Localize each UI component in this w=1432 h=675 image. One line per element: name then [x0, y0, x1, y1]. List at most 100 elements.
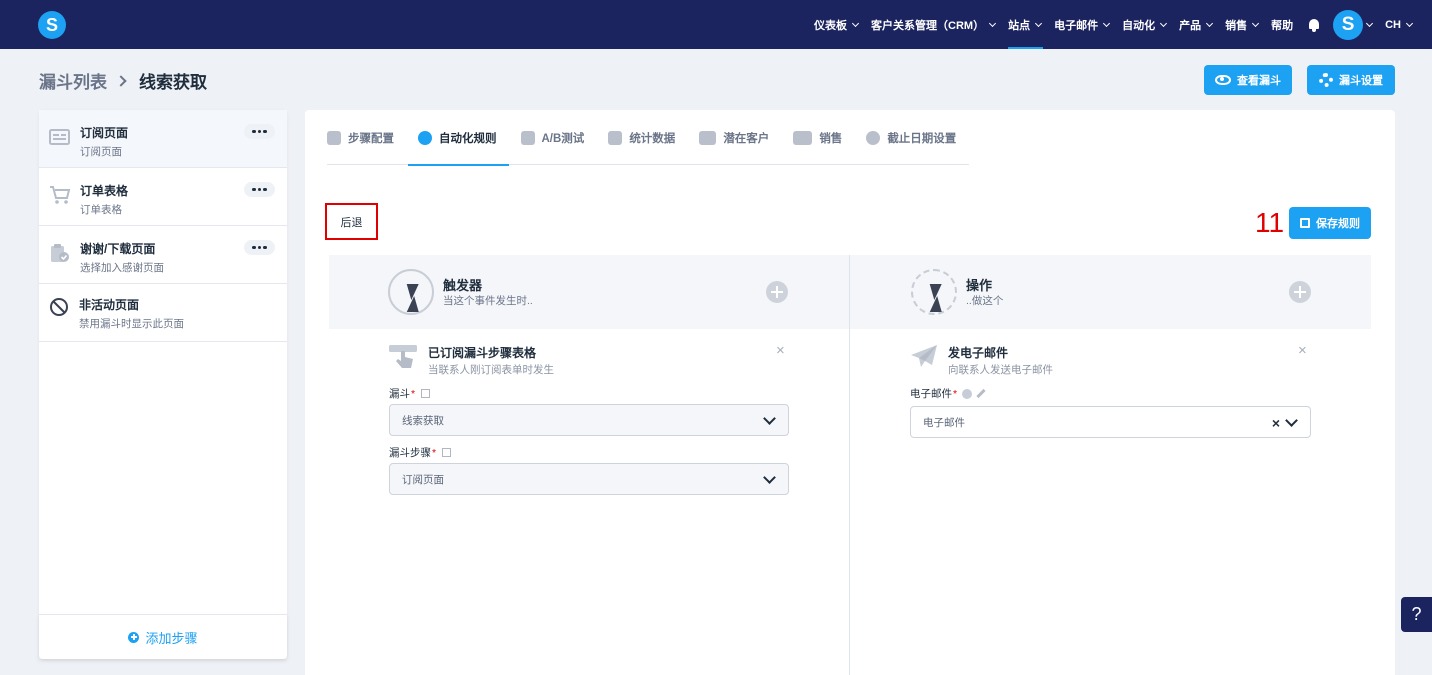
remove-trigger-button[interactable]: ×: [776, 343, 785, 358]
chevron-down-icon: [1366, 19, 1374, 27]
action-header: 操作 ..做这个: [850, 255, 1371, 329]
add-trigger-button[interactable]: [766, 281, 788, 303]
touch-form-icon: [389, 345, 417, 368]
chevron-down-icon: [1405, 19, 1414, 27]
trigger-title: 触发器: [443, 278, 483, 293]
chevron-down-icon: [1252, 19, 1260, 27]
nav-automation[interactable]: 自动化: [1122, 0, 1168, 49]
tab-step-config[interactable]: 步骤配置: [327, 110, 406, 165]
trigger-subtitle: 当这个事件发生时..: [443, 295, 533, 307]
action-card-title: 发电子邮件: [948, 346, 1009, 360]
chevron-down-icon: [1035, 19, 1043, 27]
nav-crm[interactable]: 客户关系管理（CRM）: [871, 0, 997, 49]
avatar[interactable]: S: [1333, 9, 1364, 40]
chevron-down-icon: [1285, 414, 1298, 427]
external-link-icon[interactable]: [442, 448, 452, 457]
tab-ab-test[interactable]: A/B测试: [520, 110, 597, 165]
users-icon: [699, 130, 717, 145]
breadcrumb-funnel-list[interactable]: 漏斗列表: [39, 68, 107, 93]
bell-icon[interactable]: [1307, 18, 1321, 32]
bolt-icon: [418, 130, 432, 145]
remove-action-button[interactable]: ×: [1298, 343, 1307, 358]
sidebar-item-inactive-page[interactable]: 非活动页面 禁用漏斗时显示此页面: [39, 284, 287, 342]
save-icon: [1300, 218, 1310, 228]
tab-sales[interactable]: 销售: [793, 110, 854, 165]
sidebar-item-subtitle: 订单表格: [80, 204, 122, 216]
sidebar-item-opt-in-page[interactable]: 订阅页面 订阅页面: [39, 110, 287, 168]
form-page-icon: [49, 129, 70, 145]
nav-sites[interactable]: 站点: [1008, 0, 1044, 49]
more-options-button[interactable]: [244, 182, 275, 197]
page-title: 线索获取: [139, 73, 207, 92]
dollar-icon: [793, 130, 813, 145]
chevron-down-icon: [1160, 19, 1168, 27]
more-options-button[interactable]: [244, 124, 275, 139]
more-options-button[interactable]: [244, 240, 275, 255]
bolt-icon: [911, 269, 957, 315]
sidebar-item-order-form[interactable]: 订单表格 订单表格: [39, 168, 287, 226]
main-nav: 仪表板 客户关系管理（CRM） 站点 电子邮件 自动化 产品 销售 帮助 S C…: [801, 0, 1432, 49]
funnel-step-field-label: 漏斗步骤 *: [389, 445, 452, 460]
external-link-icon[interactable]: [421, 389, 431, 398]
funnel-select[interactable]: 线索获取: [389, 404, 789, 436]
funnel-step-select[interactable]: 订阅页面: [389, 463, 789, 495]
paper-plane-icon: [911, 345, 937, 367]
view-funnel-button[interactable]: 查看漏斗: [1204, 65, 1292, 95]
chevron-down-icon: [852, 19, 860, 27]
gear-icon: [1319, 73, 1333, 87]
tab-statistics[interactable]: 统计数据: [608, 110, 687, 165]
pencil-icon[interactable]: [976, 388, 986, 399]
eye-icon: [1215, 75, 1231, 85]
funnel-settings-button[interactable]: 漏斗设置: [1307, 65, 1395, 95]
chevron-down-icon: [1206, 19, 1214, 27]
add-action-button[interactable]: [1289, 281, 1311, 303]
action-card-subtitle: 向联系人发送电子邮件: [948, 364, 1053, 376]
save-rule-button[interactable]: 保存规则: [1289, 207, 1371, 239]
funnel-field-label: 漏斗 *: [389, 386, 431, 401]
nav-email[interactable]: 电子邮件: [1054, 0, 1111, 49]
add-step-button[interactable]: 添加步骤: [39, 614, 287, 659]
chevron-down-icon: [989, 19, 997, 27]
tab-automation-rules[interactable]: 自动化规则: [408, 110, 509, 166]
cart-icon: [50, 186, 71, 204]
tab-deadline-settings[interactable]: 截止日期设置: [866, 110, 968, 165]
funnel-steps-sidebar: 订阅页面 订阅页面 订单表格 订单表格 谢谢/下载页面 选择加入感谢页面 非活动…: [39, 110, 287, 659]
nav-help[interactable]: 帮助: [1271, 0, 1293, 49]
main-panel: 步骤配置 自动化规则 A/B测试 统计数据 潜在客户 销售 截止日期设置 后退 …: [305, 110, 1395, 675]
email-select[interactable]: 电子邮件 ×: [910, 406, 1311, 438]
bar-chart-icon: [608, 130, 623, 145]
sliders-icon: [327, 130, 341, 145]
sidebar-item-subtitle: 禁用漏斗时显示此页面: [79, 318, 184, 330]
trigger-card-subtitle: 当联系人刚订阅表单时发生: [428, 364, 554, 376]
breadcrumb: 漏斗列表 线索获取: [39, 68, 207, 93]
tab-leads[interactable]: 潜在客户: [699, 110, 781, 165]
top-navbar: S 仪表板 客户关系管理（CRM） 站点 电子邮件 自动化 产品 销售 帮助 S…: [0, 0, 1432, 49]
split-icon: [520, 130, 535, 145]
step-number-label: 11: [1255, 207, 1285, 238]
sidebar-item-title: 非活动页面: [79, 298, 140, 312]
trigger-card-title: 已订阅漏斗步骤表格: [428, 346, 537, 360]
chevron-down-icon: [763, 412, 776, 425]
avatar-menu-chevron[interactable]: [1366, 0, 1374, 49]
bolt-icon: [388, 269, 434, 315]
chevron-down-icon: [763, 471, 776, 484]
column-divider: [849, 255, 850, 675]
sidebar-item-subtitle: 订阅页面: [80, 146, 122, 158]
back-button[interactable]: 后退: [325, 203, 378, 240]
nav-dashboard[interactable]: 仪表板: [814, 0, 860, 49]
add-email-icon[interactable]: [962, 388, 973, 399]
sidebar-item-thank-you-page[interactable]: 谢谢/下载页面 选择加入感谢页面: [39, 226, 287, 284]
language-switch[interactable]: CH: [1385, 0, 1414, 49]
help-button[interactable]: ?: [1401, 597, 1432, 632]
app-logo[interactable]: S: [38, 11, 66, 39]
clear-icon[interactable]: ×: [1272, 415, 1280, 431]
trigger-header: 触发器 当这个事件发生时..: [329, 255, 849, 329]
chevron-down-icon: [1103, 19, 1111, 27]
plus-circle-icon: [128, 631, 140, 643]
nav-sales[interactable]: 销售: [1225, 0, 1260, 49]
nav-products[interactable]: 产品: [1179, 0, 1214, 49]
clock-icon: [866, 130, 881, 145]
action-subtitle: ..做这个: [966, 295, 1004, 307]
clipboard-check-icon: [51, 244, 69, 262]
chevron-right-icon: [115, 74, 127, 87]
